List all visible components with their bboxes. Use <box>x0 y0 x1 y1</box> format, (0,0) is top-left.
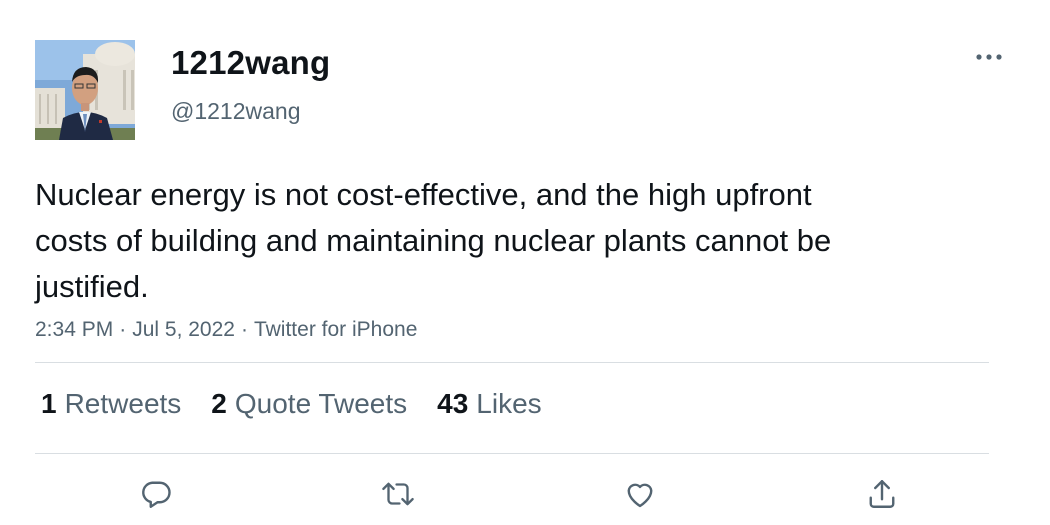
user-handle[interactable]: @1212wang <box>171 96 301 126</box>
tweet-time[interactable]: 2:34 PM <box>35 318 113 341</box>
share-button[interactable] <box>862 474 902 514</box>
likes-label: Likes <box>476 388 542 419</box>
quote-tweets-count: 2 <box>211 388 227 419</box>
display-name[interactable]: 1212wang <box>171 42 330 84</box>
meta-separator: · <box>240 318 248 341</box>
share-icon <box>869 480 895 508</box>
retweets-label: Retweets <box>64 388 182 419</box>
quote-tweets-label: Quote Tweets <box>234 388 408 419</box>
likes-stat[interactable]: 43 Likes <box>437 386 542 422</box>
retweets-count: 1 <box>41 388 57 419</box>
like-button[interactable] <box>620 474 660 514</box>
retweet-button[interactable] <box>378 474 418 514</box>
more-options-icon <box>976 54 1002 60</box>
tweet-source[interactable]: Twitter for iPhone <box>254 318 417 341</box>
reply-button[interactable] <box>136 474 176 514</box>
retweets-stat[interactable]: 1 Retweets <box>41 386 181 422</box>
more-options-button[interactable] <box>970 44 1008 70</box>
tweet-stats: 1 Retweets 2 Quote Tweets 43 Likes <box>41 386 572 422</box>
tweet-meta: 2:34 PM · Jul 5, 2022 · Twitter for iPhone <box>35 316 417 344</box>
profile-photo-icon <box>35 40 135 140</box>
retweet-icon <box>382 482 414 506</box>
divider <box>35 362 989 363</box>
avatar[interactable] <box>35 40 135 140</box>
quote-tweets-stat[interactable]: 2 Quote Tweets <box>211 386 407 422</box>
reply-icon <box>142 481 171 508</box>
tweet-text: Nuclear energy is not cost-effective, an… <box>35 177 832 304</box>
tweet-date[interactable]: Jul 5, 2022 <box>132 318 235 341</box>
heart-icon <box>627 483 653 508</box>
tweet-card: 1212wang @1212wang Nuclear energy is not… <box>0 0 1050 525</box>
meta-separator: · <box>119 318 127 341</box>
likes-count: 43 <box>437 388 469 419</box>
divider <box>35 453 989 454</box>
